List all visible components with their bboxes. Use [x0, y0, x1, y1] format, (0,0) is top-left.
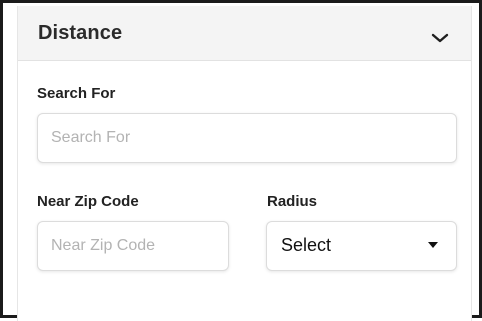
radius-label: Radius [267, 193, 318, 210]
search-for-label: Search For [37, 85, 116, 102]
panel-header[interactable]: Distance [18, 6, 471, 61]
caret-down-icon [428, 242, 438, 248]
filter-frame: Distance Search For Near Zip Code Radius… [0, 0, 482, 321]
collapse-toggle-button[interactable] [427, 26, 453, 50]
radius-select[interactable]: Select [266, 221, 457, 271]
panel-title: Distance [38, 22, 123, 44]
near-zip-code-label: Near Zip Code [37, 193, 139, 210]
distance-filter-panel: Distance Search For Near Zip Code Radius… [17, 6, 472, 321]
search-for-input[interactable] [37, 113, 457, 163]
chevron-down-icon [431, 33, 449, 43]
radius-selected-value: Select [281, 235, 332, 255]
near-zip-code-input[interactable] [37, 221, 229, 271]
